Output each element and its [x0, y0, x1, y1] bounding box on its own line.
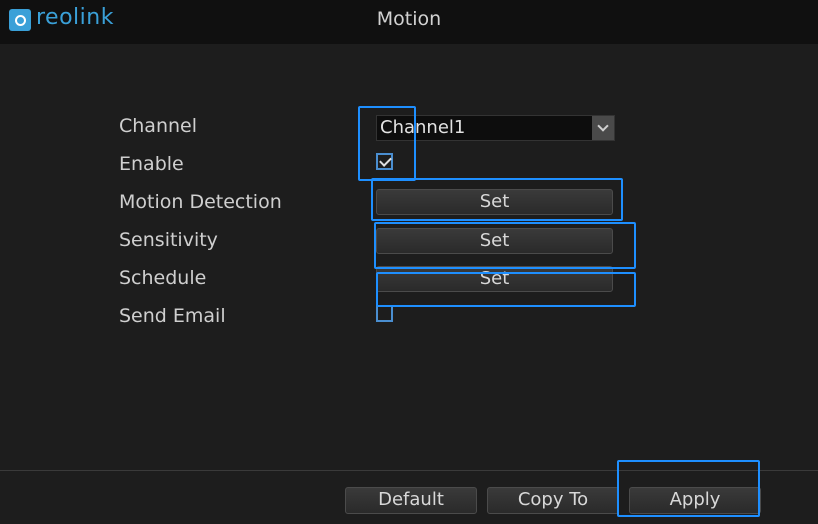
motion-detection-label: Motion Detection [119, 191, 282, 213]
send-email-checkbox[interactable] [376, 305, 393, 322]
send-email-label: Send Email [119, 305, 226, 327]
title-bar: reolink Motion [0, 0, 818, 44]
sensitivity-label: Sensitivity [119, 229, 218, 251]
page-title: Motion [376, 8, 442, 30]
highlight-box-motion-detection [371, 178, 623, 221]
highlight-box-enable [358, 106, 416, 181]
copy-to-button[interactable]: Copy To [487, 487, 619, 514]
default-button[interactable]: Default [345, 487, 477, 514]
enable-label: Enable [119, 153, 184, 175]
channel-label: Channel [119, 115, 198, 137]
chevron-down-icon[interactable] [592, 116, 614, 140]
schedule-label: Schedule [119, 267, 207, 289]
highlight-box-apply [617, 460, 760, 517]
highlight-box-sensitivity [374, 222, 636, 269]
highlight-box-schedule [376, 272, 636, 307]
